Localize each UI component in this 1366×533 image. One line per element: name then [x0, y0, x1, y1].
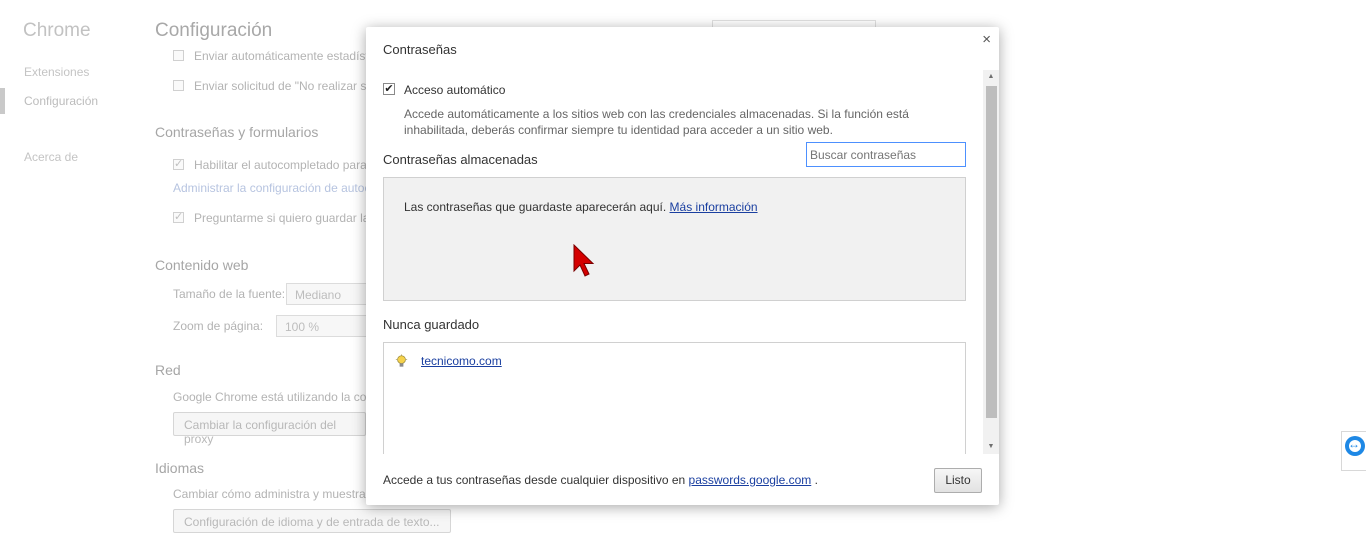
scroll-up-icon[interactable]: ▲ [983, 70, 999, 84]
stats-checkbox[interactable] [173, 50, 184, 61]
never-saved-list: tecnicomo.com [383, 342, 966, 454]
passwords-google-link[interactable]: passwords.google.com [689, 473, 812, 487]
dnt-checkbox[interactable] [173, 80, 184, 91]
list-item[interactable]: tecnicomo.com [394, 352, 502, 370]
footer-period: . [814, 473, 818, 487]
scroll-down-icon[interactable]: ▼ [983, 440, 999, 454]
section-network-title: Red [155, 362, 181, 378]
sidebar-item-settings[interactable]: Configuración [24, 94, 98, 108]
offer-save-label: Preguntarme si quiero guardar la [194, 211, 370, 225]
zoom-select[interactable]: 100 % [276, 315, 368, 337]
saved-empty-text: Las contraseñas que guardaste aparecerán… [404, 200, 667, 214]
autofill-checkbox[interactable] [173, 157, 184, 170]
stats-label: Enviar automáticamente estadíst [194, 49, 369, 63]
dnt-label: Enviar solicitud de "No realizar se [194, 79, 374, 93]
offer-save-checkbox[interactable] [173, 210, 184, 223]
scrollbar-thumb[interactable] [986, 86, 997, 418]
never-saved-site-link[interactable]: tecnicomo.com [421, 354, 502, 368]
mouse-cursor-icon [573, 244, 595, 277]
brand-title: Chrome [23, 20, 91, 41]
checkbox-check-icon: ✔ [384, 83, 394, 95]
dialog-title: Contraseñas [383, 42, 457, 57]
footer-text: Accede a tus contraseñas desde cualquier… [383, 473, 686, 487]
zoom-label: Zoom de página: [173, 319, 264, 333]
saved-passwords-list: Las contraseñas que guardaste aparecerán… [383, 177, 966, 301]
passwords-dialog: Contraseñas × ✔ Acceso automático Accede… [366, 27, 999, 505]
auto-signin-description: Accede automáticamente a los sitios web … [404, 107, 909, 137]
never-saved-heading: Nunca guardado [383, 317, 480, 332]
dialog-scrollbar[interactable]: ▲ ▼ [983, 70, 999, 454]
done-button[interactable]: Listo [934, 468, 982, 493]
saved-passwords-heading: Contraseñas almacenadas [383, 152, 538, 167]
network-text: Google Chrome está utilizando la co [173, 390, 367, 404]
saved-passwords-empty-message: Las contraseñas que guardaste aparecerán… [404, 200, 758, 214]
teamviewer-tab[interactable] [1341, 431, 1366, 471]
dialog-footer-text: Accede a tus contraseñas desde cualquier… [383, 473, 818, 487]
teamviewer-icon [1345, 436, 1365, 456]
autofill-label: Habilitar el autocompletado para [194, 158, 367, 172]
more-info-link[interactable]: Más información [670, 200, 758, 214]
languages-text: Cambiar cómo administra y muestra [173, 487, 366, 501]
site-favicon-icon [395, 353, 408, 367]
section-passwords-title: Contraseñas y formularios [155, 124, 319, 140]
font-size-label: Tamaño de la fuente: [173, 287, 286, 301]
section-web-title: Contenido web [155, 257, 249, 273]
close-icon[interactable]: × [982, 32, 991, 48]
password-search-input[interactable] [806, 142, 966, 167]
auto-signin-checkbox[interactable]: ✔ [383, 83, 395, 95]
sidebar-item-extensions[interactable]: Extensiones [24, 65, 89, 79]
font-size-select[interactable]: Mediano [286, 283, 368, 305]
dialog-scroll-area[interactable]: ✔ Acceso automático Accede automáticamen… [366, 70, 999, 454]
page-title: Configuración [155, 20, 273, 41]
proxy-settings-button[interactable]: Cambiar la configuración del proxy [173, 412, 366, 446]
auto-signin-label[interactable]: Acceso automático [404, 83, 505, 97]
sidebar-item-about[interactable]: Acerca de [24, 150, 78, 164]
section-languages-title: Idiomas [155, 460, 205, 476]
sidebar-active-marker [0, 88, 5, 114]
language-settings-button[interactable]: Configuración de idioma y de entrada de … [173, 509, 451, 533]
autofill-settings-link[interactable]: Administrar la configuración de autoc [173, 181, 370, 195]
